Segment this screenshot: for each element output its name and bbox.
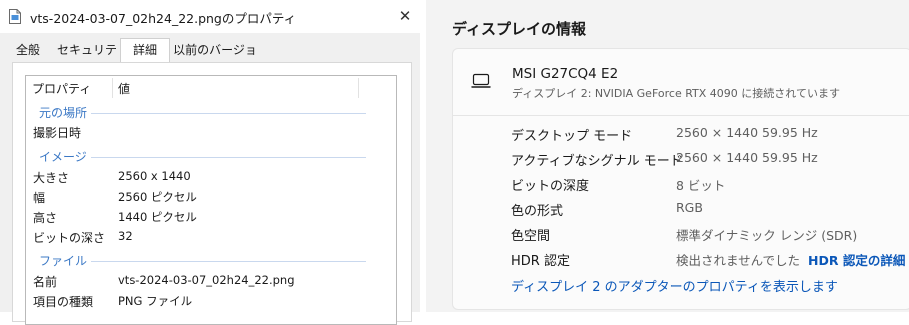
column-divider[interactable] — [358, 78, 359, 98]
list-item[interactable]: 撮影日時 — [26, 122, 396, 142]
card-divider — [453, 115, 909, 116]
property-value: 2560 ピクセル — [118, 190, 197, 204]
info-label: アクティブなシグナル モード — [511, 154, 683, 169]
property-value: 32 — [118, 229, 133, 243]
property-name: 項目の種類 — [33, 295, 94, 309]
property-name: 高さ — [33, 211, 58, 225]
info-row-color-format: 色の形式 RGB — [453, 200, 909, 225]
property-name: 幅 — [33, 191, 46, 205]
tab-security[interactable]: セキュリティ — [54, 40, 120, 78]
column-header-property[interactable]: プロパティ — [32, 80, 91, 97]
group-label: イメージ — [39, 148, 91, 165]
info-row-color-space: 色空間 標準ダイナミック レンジ (SDR) — [453, 225, 909, 250]
property-name: 名前 — [33, 275, 58, 289]
monitor-header: MSI G27CQ4 E2 ディスプレイ 2: NVIDIA GeForce R… — [453, 49, 909, 115]
group-file[interactable]: ファイル — [26, 251, 396, 269]
info-value: 2560 × 1440 59.95 Hz — [676, 150, 818, 165]
property-value: PNG ファイル — [118, 294, 193, 308]
list-item[interactable]: 大きさ 2560 x 1440 — [26, 167, 396, 187]
info-row-signal-mode: アクティブなシグナル モード 2560 × 1440 59.95 Hz — [453, 150, 909, 175]
list-item[interactable]: ビットの深さ 32 — [26, 227, 396, 247]
details-panel: プロパティ 値 元の場所 撮影日時 イメージ 大きさ 2560 x 1440 幅… — [12, 62, 412, 325]
info-value: 検出されませんでした HDR 認定の詳細 — [676, 250, 905, 269]
info-value: RGB — [676, 200, 703, 215]
hdr-status: 検出されませんでした — [676, 253, 801, 268]
property-value: vts-2024-03-07_02h24_22.png — [118, 273, 295, 287]
display-info-settings: ディスプレイの情報 MSI G27CQ4 E2 ディスプレイ 2: NVIDIA… — [426, 0, 909, 312]
file-icon — [9, 9, 21, 24]
laptop-display-icon — [471, 71, 491, 89]
column-header-value[interactable]: 値 — [118, 80, 130, 97]
adapter-properties-link[interactable]: ディスプレイ 2 のアダプターのプロパティを表示します — [511, 276, 838, 295]
group-divider — [90, 157, 366, 158]
column-divider[interactable] — [112, 78, 113, 98]
info-row-desktop-mode: デスクトップ モード 2560 × 1440 59.95 Hz — [453, 125, 909, 150]
monitor-connection: ディスプレイ 2: NVIDIA GeForce RTX 4090 に接続されて… — [512, 87, 840, 100]
property-value: 2560 x 1440 — [118, 169, 191, 183]
group-divider — [90, 261, 366, 262]
dialog-titlebar: vts-2024-03-07_02h24_22.pngのプロパティ ✕ — [0, 0, 420, 33]
property-list[interactable]: プロパティ 値 元の場所 撮影日時 イメージ 大きさ 2560 x 1440 幅… — [25, 75, 397, 325]
property-name: 大きさ — [33, 171, 70, 185]
property-name: 撮影日時 — [33, 126, 82, 140]
group-label: 元の場所 — [39, 104, 92, 121]
info-value: 8 ビット — [676, 178, 726, 193]
tab-details[interactable]: 詳細 — [120, 38, 170, 62]
list-item[interactable]: 幅 2560 ピクセル — [26, 187, 396, 207]
info-value: 標準ダイナミック レンジ (SDR) — [676, 228, 858, 243]
monitor-name: MSI G27CQ4 E2 — [512, 66, 619, 82]
page-title: ディスプレイの情報 — [452, 20, 586, 38]
info-label: ビットの深度 — [511, 179, 590, 194]
list-item[interactable]: 名前 vts-2024-03-07_02h24_22.png — [26, 271, 396, 291]
info-row-bit-depth: ビットの深度 8 ビット — [453, 175, 909, 200]
close-icon[interactable]: ✕ — [394, 4, 416, 28]
group-divider — [90, 113, 366, 114]
dialog-title: vts-2024-03-07_02h24_22.pngのプロパティ — [30, 11, 297, 26]
info-label: 色空間 — [511, 229, 551, 244]
display-info-card: MSI G27CQ4 E2 ディスプレイ 2: NVIDIA GeForce R… — [452, 48, 909, 310]
hdr-details-link[interactable]: HDR 認定の詳細 — [808, 253, 905, 268]
info-value: 2560 × 1440 59.95 Hz — [676, 125, 818, 140]
file-properties-dialog: vts-2024-03-07_02h24_22.pngのプロパティ ✕ 全般 セ… — [0, 0, 420, 325]
group-origin[interactable]: 元の場所 — [26, 103, 396, 121]
list-item[interactable]: 高さ 1440 ピクセル — [26, 207, 396, 227]
info-row-hdr-cert: HDR 認定 検出されませんでした HDR 認定の詳細 — [453, 250, 909, 275]
list-item[interactable]: 項目の種類 PNG ファイル — [26, 291, 396, 311]
group-label: ファイル — [39, 252, 92, 269]
tab-general[interactable]: 全般 — [6, 40, 50, 61]
info-label: デスクトップ モード — [511, 129, 633, 144]
property-name: ビットの深さ — [33, 231, 106, 245]
list-header: プロパティ 値 — [26, 76, 396, 98]
info-label: 色の形式 — [511, 204, 564, 219]
group-image[interactable]: イメージ — [26, 147, 396, 165]
property-value: 1440 ピクセル — [118, 210, 197, 224]
info-label: HDR 認定 — [511, 254, 570, 269]
tab-previous-versions[interactable]: 以前のバージョン — [170, 40, 260, 78]
